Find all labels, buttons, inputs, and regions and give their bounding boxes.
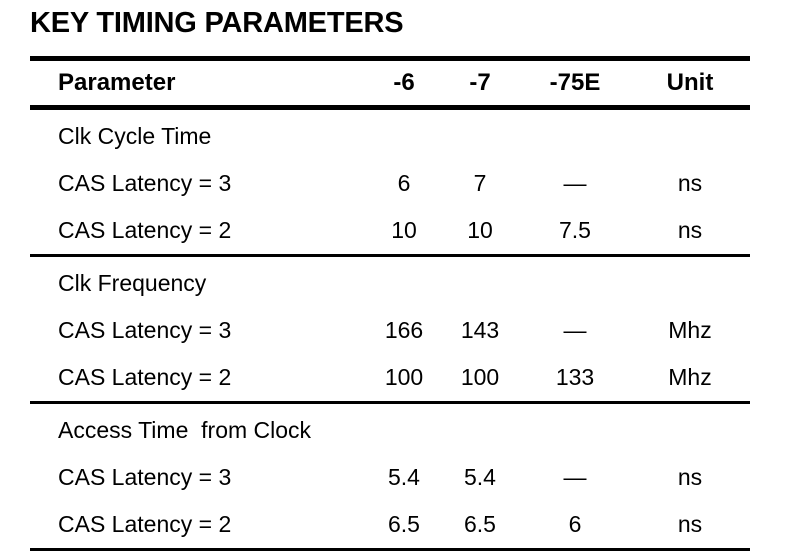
table-row: CAS Latency = 2 100 100 133 Mhz bbox=[30, 354, 750, 401]
cell-speed-75e: — bbox=[563, 464, 587, 490]
table-row: CAS Latency = 3 5.4 5.4 — ns bbox=[30, 454, 750, 501]
cell-speed-7: 5.4 bbox=[464, 464, 496, 490]
cell-speed-75e: — bbox=[563, 317, 587, 343]
page-title: KEY TIMING PARAMETERS bbox=[30, 7, 404, 39]
row-label: CAS Latency = 3 bbox=[58, 317, 232, 343]
cell-speed-7: 100 bbox=[460, 364, 500, 390]
key-timing-parameters-table: Parameter -6 -7 -75E Unit Clk Cycle Time… bbox=[30, 56, 750, 551]
cell-speed-6: 100 bbox=[384, 364, 424, 390]
group-row-clk-cycle-time: Clk Cycle Time bbox=[30, 113, 750, 160]
column-header-speed-7: -7 bbox=[469, 69, 491, 96]
timing-parameters-page: KEY TIMING PARAMETERS Parameter -6 -7 -7… bbox=[0, 0, 797, 551]
cell-speed-6: 10 bbox=[391, 217, 417, 243]
cell-speed-6: 6 bbox=[397, 170, 411, 196]
row-label: CAS Latency = 3 bbox=[58, 464, 232, 490]
cell-speed-6: 6.5 bbox=[388, 511, 420, 537]
group-row-access-time-from-clock: Access Time from Clock bbox=[30, 407, 750, 454]
group-label: Clk Cycle Time bbox=[58, 123, 212, 149]
cell-unit: Mhz bbox=[668, 364, 712, 390]
cell-speed-6: 166 bbox=[384, 317, 424, 343]
cell-speed-75e: 6 bbox=[568, 511, 582, 537]
table-row: CAS Latency = 3 166 143 — Mhz bbox=[30, 307, 750, 354]
cell-speed-7: 6.5 bbox=[464, 511, 496, 537]
column-header-parameter: Parameter bbox=[58, 69, 176, 96]
cell-speed-75e: 133 bbox=[555, 364, 595, 390]
group-row-clk-frequency: Clk Frequency bbox=[30, 260, 750, 307]
row-label: CAS Latency = 2 bbox=[58, 364, 232, 390]
cell-unit: ns bbox=[677, 170, 703, 196]
row-label: CAS Latency = 2 bbox=[58, 217, 232, 243]
cell-speed-7: 10 bbox=[467, 217, 493, 243]
column-header-speed-75e: -75E bbox=[549, 69, 601, 96]
cell-speed-75e: — bbox=[563, 170, 587, 196]
row-label: CAS Latency = 3 bbox=[58, 170, 232, 196]
cell-speed-6: 5.4 bbox=[388, 464, 420, 490]
cell-unit: Mhz bbox=[668, 317, 712, 343]
cell-speed-75e: 7.5 bbox=[559, 217, 591, 243]
column-header-unit: Unit bbox=[666, 69, 714, 96]
cell-unit: ns bbox=[677, 217, 703, 243]
column-header-speed-6: -6 bbox=[393, 69, 415, 96]
row-label: CAS Latency = 2 bbox=[58, 511, 232, 537]
table-row: CAS Latency = 2 10 10 7.5 ns bbox=[30, 207, 750, 254]
cell-speed-7: 143 bbox=[460, 317, 500, 343]
cell-unit: ns bbox=[677, 511, 703, 537]
table-row: CAS Latency = 2 6.5 6.5 6 ns bbox=[30, 501, 750, 548]
cell-unit: ns bbox=[677, 464, 703, 490]
group-label: Clk Frequency bbox=[58, 270, 207, 296]
group-label: Access Time from Clock bbox=[58, 417, 312, 443]
table-header-row: Parameter -6 -7 -75E Unit bbox=[30, 61, 750, 105]
table-row: CAS Latency = 3 6 7 — ns bbox=[30, 160, 750, 207]
cell-speed-7: 7 bbox=[473, 170, 487, 196]
